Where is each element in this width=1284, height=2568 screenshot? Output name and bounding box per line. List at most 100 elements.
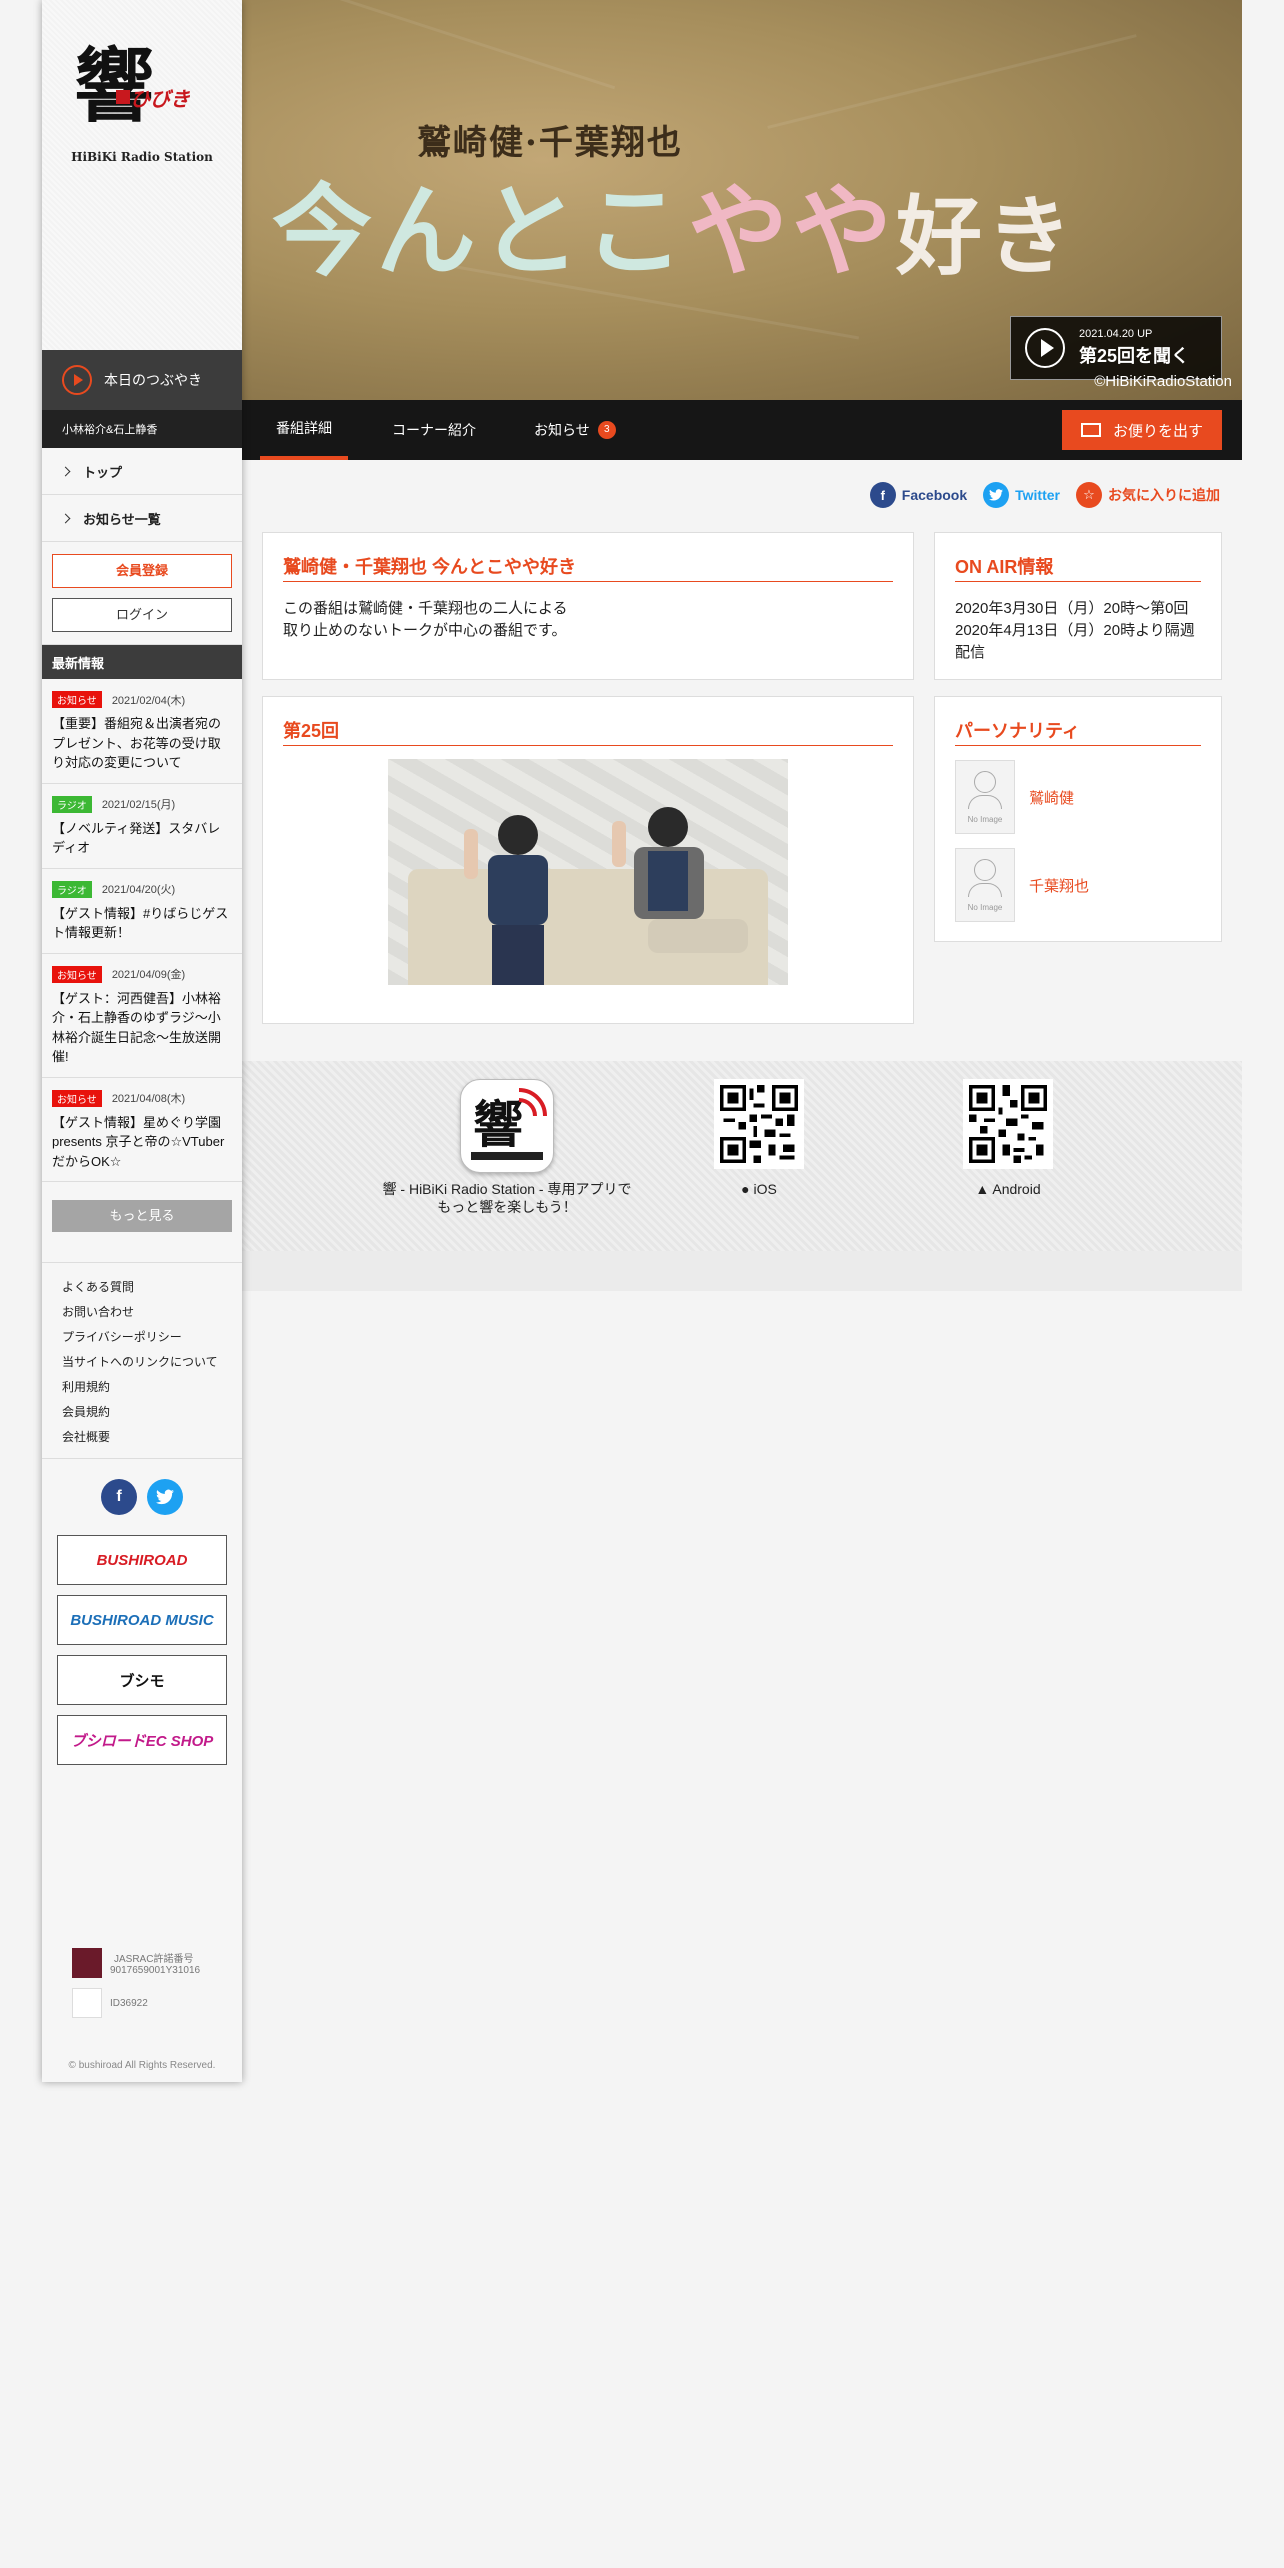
news-date: 2021/04/08(木) [111,1093,186,1105]
schedule-line: 配信 [955,643,986,661]
description-line: この番組は鷲崎健・千葉翔也の二人による [283,600,568,617]
more-button[interactable]: もっと見る [52,1200,232,1232]
site-logo[interactable]: 響 ひびき HiBiKi Radio Station [42,0,242,350]
ios-label: ● iOS [714,1181,804,1197]
description-line: 取り止めのないトークが中心の番組です。 [283,621,567,639]
qr-code-icon [969,1085,1047,1163]
episode-heading: 第25回 [283,717,893,746]
android-text: Android [992,1181,1041,1197]
news-count-badge: 3 [597,421,616,439]
envelope-icon [1080,423,1101,437]
tab-program-details[interactable]: 番組詳細 [260,400,348,460]
footer-link-company[interactable]: 会社概要 [62,1425,222,1450]
person-right-shape [612,807,748,953]
tsubuyaki-button[interactable]: 本日のつぶやき [42,350,242,410]
twitter-label: Twitter [1015,487,1060,503]
personality-item[interactable]: No Image 千葉翔也 [955,848,1201,922]
news-title: 【ノベルティ発送】スタバレディオ [52,820,221,856]
category-badge: お知らせ [52,1089,102,1107]
twitter-icon [983,482,1010,508]
program-detail-card: 鷲崎健・千葉翔也 今んとこやや好き この番組は鷲崎健・千葉翔也の二人による 取り… [262,532,914,680]
hibiki-app-icon[interactable]: 響 [460,1079,554,1173]
facebook-icon[interactable]: f [101,1479,137,1515]
news-title: 【ゲスト情報】星めぐり学園presents 京子と帝の☆VTuberだからOK☆ [52,1114,225,1169]
news-item[interactable]: ラジオ 2021/02/15(月) 【ノベルティ発送】スタバレディオ [42,784,242,869]
social-links: f [42,1459,242,1535]
onair-heading: ON AIR情報 [955,553,1201,582]
hero-title-part: やや [688,173,896,290]
svg-text:響: 響 [74,39,154,133]
tab-label: 番組詳細 [276,420,332,436]
footer-link-faq[interactable]: よくある質問 [62,1275,222,1300]
onair-schedule: 2020年3月30日（月）20時～第0回 2020年4月13日（月）20時より隔… [955,598,1201,663]
android-qr-code[interactable] [963,1079,1053,1169]
no-image-placeholder: No Image [955,848,1015,922]
news-item[interactable]: お知らせ 2021/04/08(木) 【ゲスト情報】星めぐり学園presents … [42,1078,242,1182]
ios-text: iOS [753,1181,777,1197]
news-header: 最新情報 [42,645,242,679]
star-icon: ☆ [1076,482,1102,508]
banner-bushiroad-music[interactable]: BUSHIROAD MUSIC [57,1595,227,1645]
chevron-right-icon [60,513,71,523]
footer-link-member-terms[interactable]: 会員規約 [62,1400,222,1425]
send-letter-label: お便りを出す [1112,422,1203,440]
footer-link-terms[interactable]: 利用規約 [62,1375,222,1400]
logo-text: HiBiKi Radio Station [71,150,213,164]
play-icon [1025,328,1065,368]
sidebar-item-label: トップ [83,464,123,480]
register-button[interactable]: 会員登録 [52,554,232,588]
login-button[interactable]: ログイン [52,598,232,632]
footer-link-linking[interactable]: 当サイトへのリンクについて [62,1350,222,1375]
listen-label: 第25回を聞く [1079,346,1190,366]
svg-text:響: 響 [473,1095,523,1154]
favorite-label: お気に入りに追加 [1108,487,1220,503]
facebook-share-link[interactable]: f Facebook [869,482,967,508]
program-title-heading: 鷲崎健・千葉翔也 今んとこやや好き [283,553,893,582]
banner-bushimo[interactable]: ブシモ [57,1655,227,1705]
app-promo-band: 響 響 - HiBiKi Radio Station - 専用アプリで もっと響… [242,1061,1242,1251]
footer-strip [242,1251,1242,1291]
news-list: お知らせ 2021/02/04(木) 【重要】番組宛＆出演者宛のプレゼント、お花等… [42,679,242,1182]
sidebar-item-news-list[interactable]: お知らせ一覧 [42,495,242,542]
episode-date: 2021.04.20 UP [1079,328,1153,340]
news-item[interactable]: お知らせ 2021/04/09(金) 【ゲスト：河西健吾】小林裕介・石上静香のゆず… [42,954,242,1078]
tab-label: お知らせ [534,422,590,438]
news-item[interactable]: ラジオ 2021/04/20(火) 【ゲスト情報】#りばらじゲスト情報更新！ [42,869,242,954]
paper-texture [767,34,1137,129]
twitter-icon[interactable] [147,1479,183,1515]
banner-ec-shop[interactable]: ブシロードEC SHOP [57,1715,227,1765]
footer-link-privacy[interactable]: プライバシーポリシー [62,1325,222,1350]
category-badge: ラジオ [52,795,92,813]
listen-episode-button[interactable]: 2021.04.20 UP 第25回を聞く [1010,316,1222,380]
tab-news[interactable]: お知らせ 3 [516,400,634,460]
sidebar-item-top[interactable]: トップ [42,448,242,495]
android-label: ▲ Android [963,1181,1053,1197]
user-icon [974,858,996,881]
banner-label: BUSHIROAD [96,1551,188,1569]
twitter-share-link[interactable]: Twitter [983,482,1060,508]
no-image-label: No Image [967,814,1003,824]
tab-corners[interactable]: コーナー紹介 [374,400,494,460]
banner-bushiroad[interactable]: BUSHIROAD [57,1535,227,1585]
send-letter-button[interactable]: お便りを出す [1062,410,1222,450]
personality-card: パーソナリティ No Image 鷲崎健 No Image 千葉翔也 [934,696,1222,942]
share-row: f Facebook Twitter ☆ お気に入りに追加 [242,460,1242,530]
tsubuyaki-subtitle: 小林裕介&石上静香 [42,410,242,448]
licenses: JASRAC許諾番号 9017659001Y31016 ID36922 [72,1948,200,2028]
banner-label: ブシロードEC SHOP [70,1732,214,1750]
app-promo-line: もっと響を楽しもう！ [437,1198,577,1215]
personality-name[interactable]: 鷲崎健 [1029,787,1074,808]
personality-item[interactable]: No Image 鷲崎健 [955,760,1201,834]
paper-texture [328,0,616,90]
news-item[interactable]: お知らせ 2021/02/04(木) 【重要】番組宛＆出演者宛のプレゼント、お花等… [42,679,242,784]
personality-name[interactable]: 千葉翔也 [1029,875,1089,896]
program-hero: 鷲崎健·千葉翔也 今んとこやや好き 2021.04.20 UP 第25回を聞く … [242,0,1242,400]
apple-icon: ● [741,1181,750,1197]
add-favorite-link[interactable]: ☆ お気に入りに追加 [1076,482,1220,508]
app-promo-text: 響 - HiBiKi Radio Station - 専用アプリで もっと響を楽… [372,1181,642,1216]
ios-qr-code[interactable] [714,1079,804,1169]
news-title: 【ゲスト：河西健吾】小林裕介・石上静香のゆずラジ～小林裕介誕生日記念～生放送開催… [52,990,222,1065]
episode-photo [388,759,788,985]
banner-label: BUSHIROAD MUSIC [70,1611,214,1629]
footer-link-contact[interactable]: お問い合わせ [62,1300,222,1325]
